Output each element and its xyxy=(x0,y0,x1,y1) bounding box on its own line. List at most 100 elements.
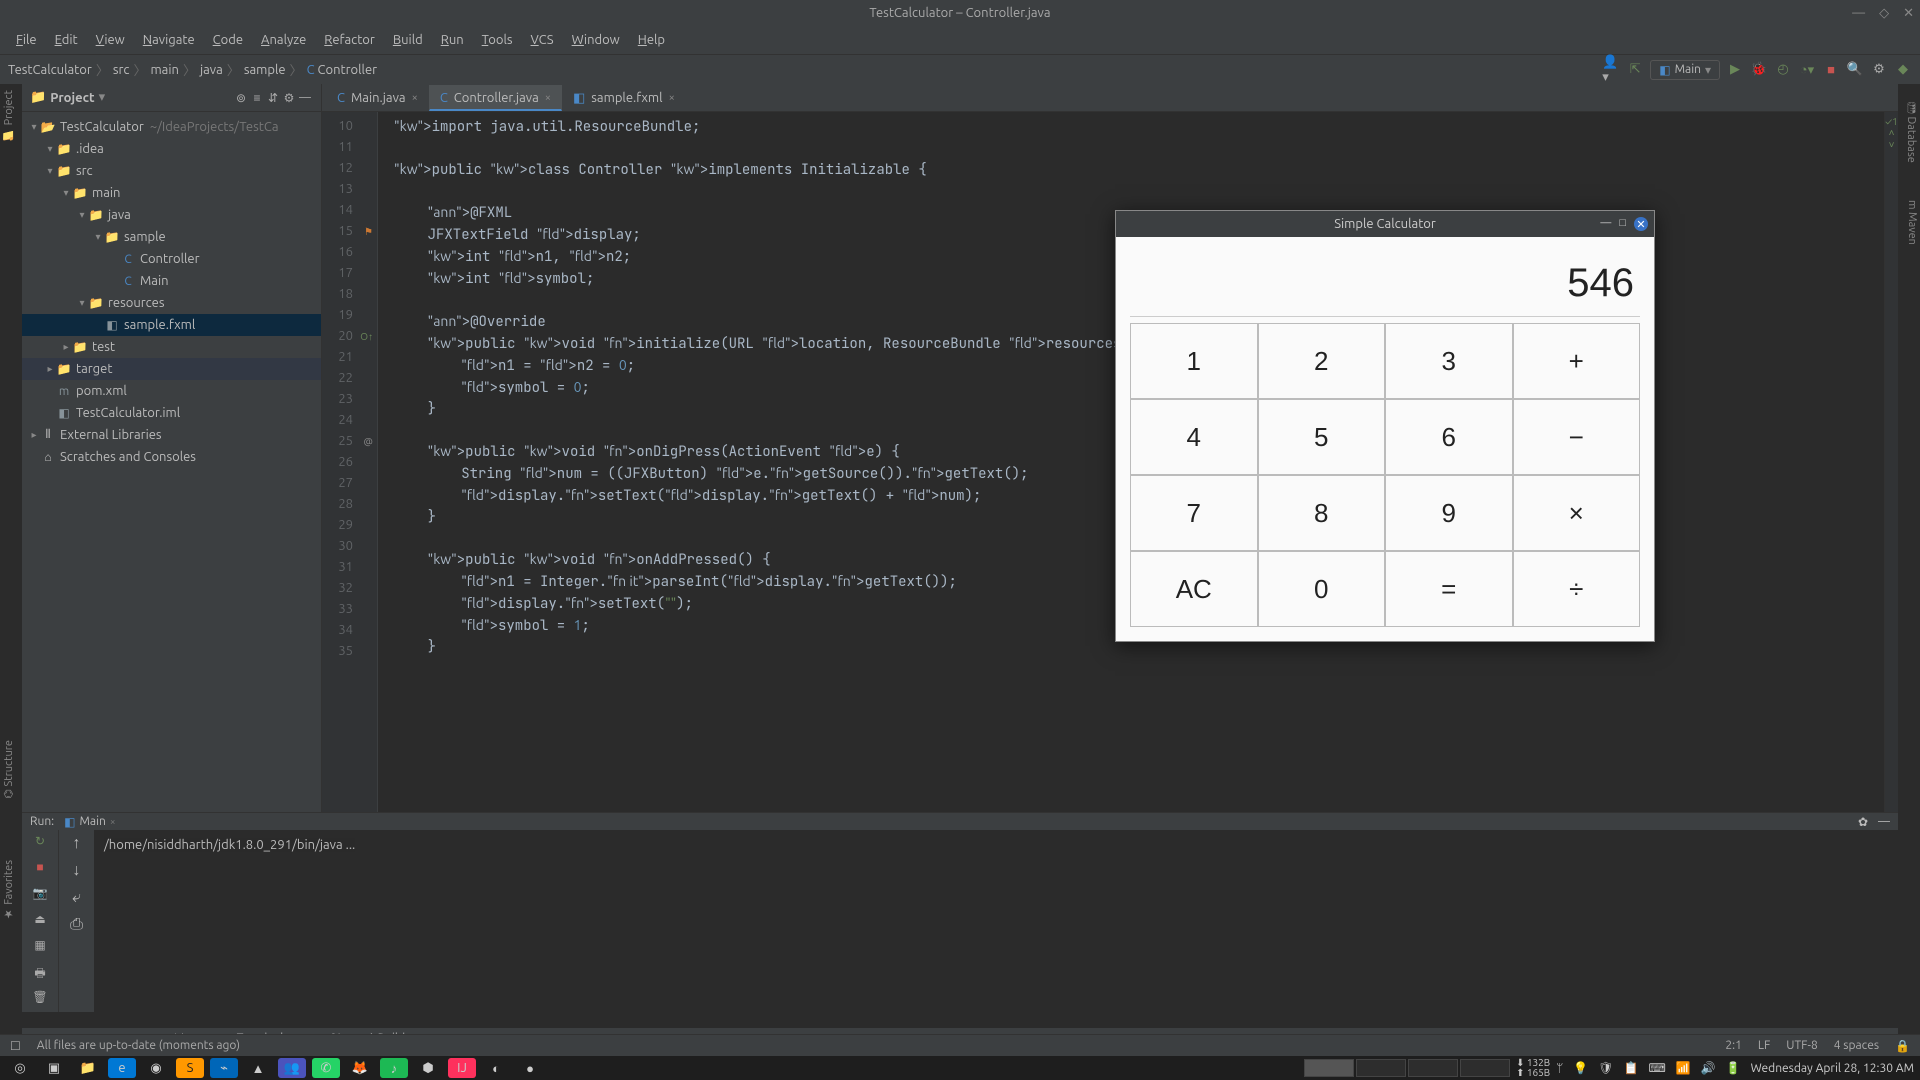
calc-key-2[interactable]: 2 xyxy=(1258,323,1386,399)
menu-edit[interactable]: Edit xyxy=(47,31,86,49)
box-icon[interactable]: ⬢ xyxy=(414,1058,442,1078)
tree-item-resources[interactable]: ▾📁resources xyxy=(22,292,321,314)
calc-key-op[interactable]: ÷ xyxy=(1513,551,1641,627)
line-ending[interactable]: LF xyxy=(1758,1039,1770,1052)
calc-key-9[interactable]: 9 xyxy=(1385,475,1513,551)
window-maximize-icon[interactable]: ◇ xyxy=(1879,6,1889,21)
menu-tools[interactable]: Tools xyxy=(474,31,521,49)
workspace-3[interactable] xyxy=(1408,1059,1458,1077)
stop-icon[interactable]: ■ xyxy=(1822,61,1840,79)
firefox-icon[interactable]: 🦊 xyxy=(346,1058,374,1078)
menu-build[interactable]: Build xyxy=(385,31,431,49)
crumb-sample[interactable]: sample xyxy=(244,63,286,77)
edge-icon[interactable]: e xyxy=(108,1058,136,1078)
terminal-icon[interactable]: ▣ xyxy=(40,1058,68,1078)
tab-main-java[interactable]: CMain.java× xyxy=(326,85,429,111)
menu-code[interactable]: Code xyxy=(205,31,251,49)
jb-icon[interactable]: ◆ xyxy=(1894,61,1912,79)
project-tool-tab[interactable]: 📁 Project xyxy=(2,90,15,141)
calc-maximize-icon[interactable]: □ xyxy=(1619,217,1626,231)
tree-item-sample-fxml[interactable]: ◧sample.fxml xyxy=(22,314,321,336)
dump-icon[interactable]: 📷 xyxy=(31,886,49,904)
keyboard-icon[interactable]: ⌨ xyxy=(1648,1061,1665,1075)
menu-analyze[interactable]: Analyze xyxy=(253,31,314,49)
run-settings-icon[interactable]: ✿ xyxy=(1858,815,1868,829)
bulb-icon[interactable]: 💡 xyxy=(1573,1061,1588,1075)
search-icon[interactable]: 🔍 xyxy=(1846,61,1864,79)
build-icon[interactable]: ⇱ xyxy=(1626,61,1644,79)
calc-key-op[interactable]: = xyxy=(1385,551,1513,627)
collapse-icon[interactable]: ⇵ xyxy=(265,91,281,105)
app-icon[interactable]: ◐ xyxy=(482,1058,510,1078)
battery-icon[interactable]: 🔋 xyxy=(1726,1061,1741,1075)
menu-file[interactable]: File xyxy=(8,31,45,49)
menu-vcs[interactable]: VCS xyxy=(523,31,562,49)
tab-controller-java[interactable]: CController.java× xyxy=(429,85,562,111)
menu-navigate[interactable]: Navigate xyxy=(135,31,203,49)
app-menu-icon[interactable]: ◎ xyxy=(6,1058,34,1078)
tree-item-main[interactable]: ▾📁main xyxy=(22,182,321,204)
clock[interactable]: Wednesday April 28, 12:30 AM xyxy=(1751,1062,1914,1075)
hide-icon[interactable]: — xyxy=(297,91,313,104)
exit-icon[interactable]: ⏏ xyxy=(31,912,49,930)
favorites-tool-tab[interactable]: ★ Favorites xyxy=(2,860,15,920)
calc-key-0[interactable]: 0 xyxy=(1258,551,1386,627)
calc-key-op[interactable]: − xyxy=(1513,399,1641,475)
database-tool-tab[interactable]: 🛢 Database xyxy=(1905,100,1918,163)
running-dot-icon[interactable]: ● xyxy=(516,1058,544,1078)
vscode-icon[interactable]: ⌁ xyxy=(210,1058,238,1078)
wrap-icon[interactable]: ⤶ xyxy=(72,888,81,907)
run-hide-icon[interactable]: — xyxy=(1878,815,1890,828)
crumb-testcalculator[interactable]: TestCalculator xyxy=(8,63,92,77)
calc-key-5[interactable]: 5 xyxy=(1258,399,1386,475)
tree-item-testcalculator-iml[interactable]: ◧TestCalculator.iml xyxy=(22,402,321,424)
calc-key-3[interactable]: 3 xyxy=(1385,323,1513,399)
stop-run-icon[interactable]: ■ xyxy=(31,860,49,878)
clipboard-icon[interactable]: 📋 xyxy=(1623,1061,1638,1075)
tab-sample-fxml[interactable]: ◧sample.fxml× xyxy=(562,85,686,111)
workspace-switcher[interactable] xyxy=(1304,1059,1510,1077)
whatsapp-icon[interactable]: ✆ xyxy=(312,1058,340,1078)
menu-window[interactable]: Window xyxy=(564,31,628,49)
teams-icon[interactable]: 👥 xyxy=(278,1058,306,1078)
tree-item-test[interactable]: ▸📁test xyxy=(22,336,321,358)
caret-position[interactable]: 2:1 xyxy=(1725,1039,1742,1052)
chrome-icon[interactable]: ◉ xyxy=(142,1058,170,1078)
calc-key-7[interactable]: 7 xyxy=(1130,475,1258,551)
add-user-icon[interactable]: 👤▾ xyxy=(1602,61,1620,79)
vlc-icon[interactable]: ▲ xyxy=(244,1058,272,1078)
rerun-icon[interactable]: ↻ xyxy=(31,834,49,852)
run-config-selector[interactable]: ◧ Main ▾ xyxy=(1650,60,1720,80)
tree-item-scratches-and-consoles[interactable]: ⌂Scratches and Consoles xyxy=(22,446,321,468)
indent-setting[interactable]: 4 spaces xyxy=(1834,1039,1879,1052)
tree-item-src[interactable]: ▾📁src xyxy=(22,160,321,182)
tree-item--idea[interactable]: ▾📁.idea xyxy=(22,138,321,160)
crumb-controller[interactable]: C Controller xyxy=(307,63,378,77)
tree-item-sample[interactable]: ▾📁sample xyxy=(22,226,321,248)
calc-close-icon[interactable]: ✕ xyxy=(1634,217,1648,231)
menu-help[interactable]: Help xyxy=(630,31,673,49)
tree-item-testcalculator[interactable]: ▾📂TestCalculator~/IdeaProjects/TestCa xyxy=(22,116,321,138)
expand-icon[interactable]: ≡ xyxy=(249,91,265,105)
wifi-icon[interactable]: 📶 xyxy=(1676,1061,1691,1075)
editor-error-stripe[interactable]: ✓1 ˄ ˅ xyxy=(1884,112,1898,812)
tree-item-main[interactable]: CMain xyxy=(22,270,321,292)
calc-key-6[interactable]: 6 xyxy=(1385,399,1513,475)
shield-icon[interactable]: 🛡 xyxy=(1598,1061,1613,1075)
git-icon[interactable]: ᛘ xyxy=(1556,1062,1563,1075)
pin-icon[interactable]: 🖶 xyxy=(31,964,49,982)
down-icon[interactable]: ↓ xyxy=(73,861,81,880)
menu-run[interactable]: Run xyxy=(433,31,472,49)
profile-icon[interactable]: ◔▾ xyxy=(1798,61,1816,79)
debug-icon[interactable]: 🐞 xyxy=(1750,61,1768,79)
workspace-2[interactable] xyxy=(1356,1059,1406,1077)
calc-key-4[interactable]: 4 xyxy=(1130,399,1258,475)
tree-item-controller[interactable]: CController xyxy=(22,248,321,270)
coverage-icon[interactable]: ◴ xyxy=(1774,61,1792,79)
files-icon[interactable]: 📁 xyxy=(74,1058,102,1078)
tree-item-target[interactable]: ▸📁target xyxy=(22,358,321,380)
scroll-icon[interactable]: ⎙ xyxy=(70,915,83,934)
structure-tool-tab[interactable]: ⌬ Structure xyxy=(2,740,15,799)
calc-key-op[interactable]: + xyxy=(1513,323,1641,399)
layout-icon[interactable]: ▦ xyxy=(31,938,49,956)
